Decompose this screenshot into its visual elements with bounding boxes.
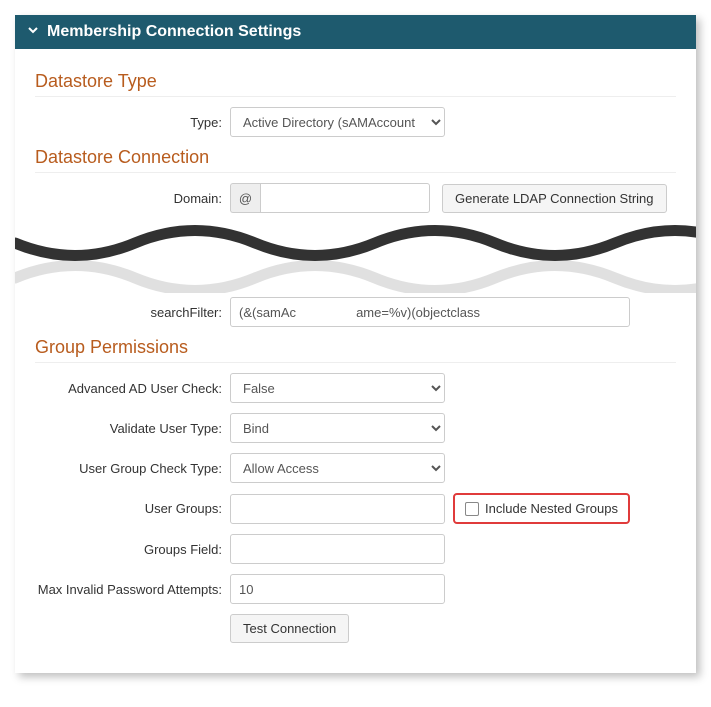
label-type: Type: — [35, 115, 230, 130]
include-nested-highlight: Include Nested Groups — [453, 493, 630, 524]
input-search-filter[interactable]: (&(samAc ame=%v)(objectclass — [230, 297, 630, 327]
label-validate-user: Validate User Type: — [35, 421, 230, 436]
select-group-check[interactable]: Allow Access — [230, 453, 445, 483]
row-test-connection: Test Connection — [35, 614, 676, 643]
at-icon: @ — [230, 183, 260, 213]
row-search-filter: searchFilter: (&(samAc ame=%v)(objectcla… — [35, 297, 676, 327]
label-include-nested: Include Nested Groups — [485, 501, 618, 516]
row-max-invalid: Max Invalid Password Attempts: — [35, 574, 676, 604]
row-validate-user: Validate User Type: Bind — [35, 413, 676, 443]
label-domain: Domain: — [35, 191, 230, 206]
torn-separator — [15, 223, 696, 293]
generate-ldap-button[interactable]: Generate LDAP Connection String — [442, 184, 667, 213]
panel-body: Datastore Type Type: Active Directory (s… — [15, 49, 696, 673]
settings-panel: Membership Connection Settings Datastore… — [15, 15, 696, 673]
test-connection-button[interactable]: Test Connection — [230, 614, 349, 643]
chevron-down-icon — [27, 23, 39, 41]
row-groups-field: Groups Field: — [35, 534, 676, 564]
panel-header[interactable]: Membership Connection Settings — [15, 15, 696, 49]
section-group-permissions-title: Group Permissions — [35, 337, 676, 363]
section-datastore-type-title: Datastore Type — [35, 71, 676, 97]
input-user-groups[interactable] — [230, 494, 445, 524]
checkbox-include-nested[interactable] — [465, 502, 479, 516]
row-advanced-check: Advanced AD User Check: False — [35, 373, 676, 403]
label-groups-field: Groups Field: — [35, 542, 230, 557]
label-search-filter: searchFilter: — [146, 305, 222, 320]
row-type: Type: Active Directory (sAMAccount — [35, 107, 676, 137]
select-validate-user[interactable]: Bind — [230, 413, 445, 443]
row-group-check: User Group Check Type: Allow Access — [35, 453, 676, 483]
select-advanced-check[interactable]: False — [230, 373, 445, 403]
input-groups-field[interactable] — [230, 534, 445, 564]
label-group-check: User Group Check Type: — [35, 461, 230, 476]
input-max-invalid[interactable] — [230, 574, 445, 604]
label-max-invalid: Max Invalid Password Attempts: — [35, 582, 230, 597]
select-type[interactable]: Active Directory (sAMAccount — [230, 107, 445, 137]
input-domain[interactable] — [260, 183, 430, 213]
row-user-groups: User Groups: Include Nested Groups — [35, 493, 676, 524]
label-advanced-check: Advanced AD User Check: — [35, 381, 230, 396]
section-datastore-connection-title: Datastore Connection — [35, 147, 676, 173]
row-domain: Domain: @ Generate LDAP Connection Strin… — [35, 183, 676, 213]
label-user-groups: User Groups: — [35, 501, 230, 516]
panel-title: Membership Connection Settings — [47, 23, 301, 41]
